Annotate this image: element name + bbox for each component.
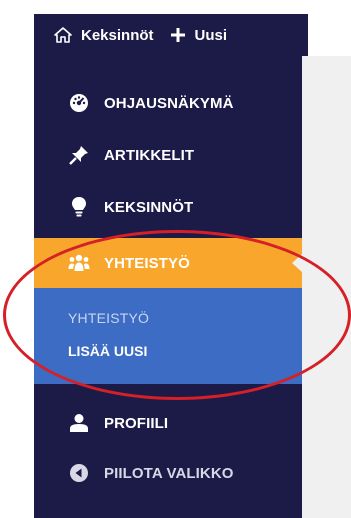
collapse-arrow-icon [68,462,90,484]
dashboard-gauge-icon [68,92,90,114]
sidebar-item-label: ARTIKKELIT [104,146,195,164]
admin-bar: Keksinnöt Uusi [34,14,308,56]
lightbulb-icon [68,196,90,218]
plus-icon [170,27,186,43]
sidebar-item-label: PROFIILI [104,414,169,432]
user-icon [68,412,90,434]
new-label: Uusi [194,26,228,44]
site-home-link[interactable]: Keksinnöt [54,27,154,44]
sidebar-item-inventions[interactable]: KEKSINNÖT [34,190,302,224]
site-name: Keksinnöt [81,26,154,44]
sidebar-item-label: PIILOTA VALIKKO [104,464,234,482]
new-content-button[interactable]: Uusi [170,26,228,44]
pushpin-icon [68,144,90,166]
highlight-ring-annotation [3,230,351,400]
sidebar-item-dashboard[interactable]: OHJAUSNÄKYMÄ [34,86,302,120]
sidebar-item-articles[interactable]: ARTIKKELIT [34,138,302,172]
home-icon [54,27,72,43]
sidebar-item-profile[interactable]: PROFIILI [34,406,302,440]
sidebar-collapse-button[interactable]: PIILOTA VALIKKO [34,456,302,490]
sidebar-item-label: KEKSINNÖT [104,198,194,216]
sidebar-item-label: OHJAUSNÄKYMÄ [104,94,234,112]
